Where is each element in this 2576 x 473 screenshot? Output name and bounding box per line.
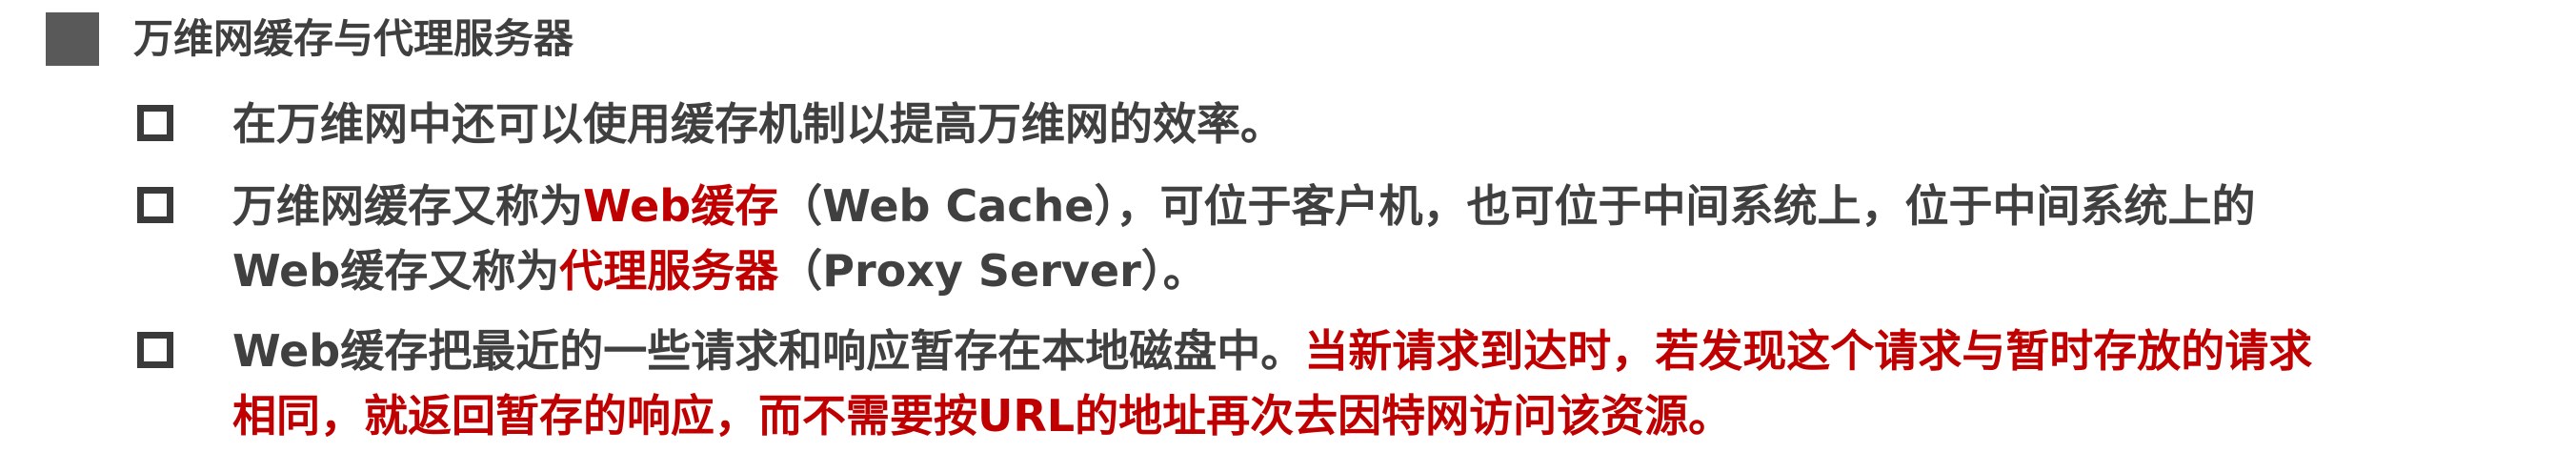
text-run: Web缓存把最近的一些请求和响应暂存在本地磁盘中。 <box>232 325 1305 377</box>
slide: 万维网缓存与代理服务器 在万维网中还可以使用缓存机制以提高万维网的效率。 万维网… <box>0 0 2576 473</box>
text-line: 万维网缓存又称为Web缓存（Web Cache），可位于客户机，也可位于中间系统… <box>232 174 2538 238</box>
text-run: （Proxy Server）。 <box>778 245 1207 297</box>
section-heading: 万维网缓存与代理服务器 <box>46 10 574 69</box>
filled-square-icon <box>46 12 99 66</box>
text-run: （Web Cache），可位于客户机，也可位于中间系统上，位于中间系统上的 <box>778 180 2256 232</box>
bullet-text: Web缓存把最近的一些请求和响应暂存在本地磁盘中。当新请求到达时，若发现这个请求… <box>232 319 2538 448</box>
text-run: 在万维网中还可以使用缓存机制以提高万维网的效率。 <box>232 98 1284 150</box>
checkbox-outline-icon <box>137 332 173 368</box>
highlight-term: 代理服务器 <box>559 245 779 297</box>
bullet-text: 在万维网中还可以使用缓存机制以提高万维网的效率。 <box>232 92 2538 156</box>
highlight-term: Web缓存 <box>583 180 779 232</box>
bullet-text: 万维网缓存又称为Web缓存（Web Cache），可位于客户机，也可位于中间系统… <box>232 174 2538 303</box>
text-line: 在万维网中还可以使用缓存机制以提高万维网的效率。 <box>232 92 2538 156</box>
section-title: 万维网缓存与代理服务器 <box>133 15 574 62</box>
checkbox-outline-icon <box>137 105 173 141</box>
text-run: Web缓存又称为 <box>232 245 560 297</box>
highlight-sentence: 当新请求到达时，若发现这个请求与暂时存放的请求 <box>1304 325 2313 377</box>
highlight-sentence: 相同，就返回暂存的响应，而不需要按URL的地址再次去因特网访问该资源。 <box>232 390 1733 442</box>
text-line: Web缓存把最近的一些请求和响应暂存在本地磁盘中。当新请求到达时，若发现这个请求… <box>232 319 2538 383</box>
text-line: Web缓存又称为代理服务器（Proxy Server）。 <box>232 238 2538 303</box>
text-run: 万维网缓存又称为 <box>232 180 583 232</box>
checkbox-outline-icon <box>137 187 173 223</box>
text-line: 相同，就返回暂存的响应，而不需要按URL的地址再次去因特网访问该资源。 <box>232 383 2538 448</box>
